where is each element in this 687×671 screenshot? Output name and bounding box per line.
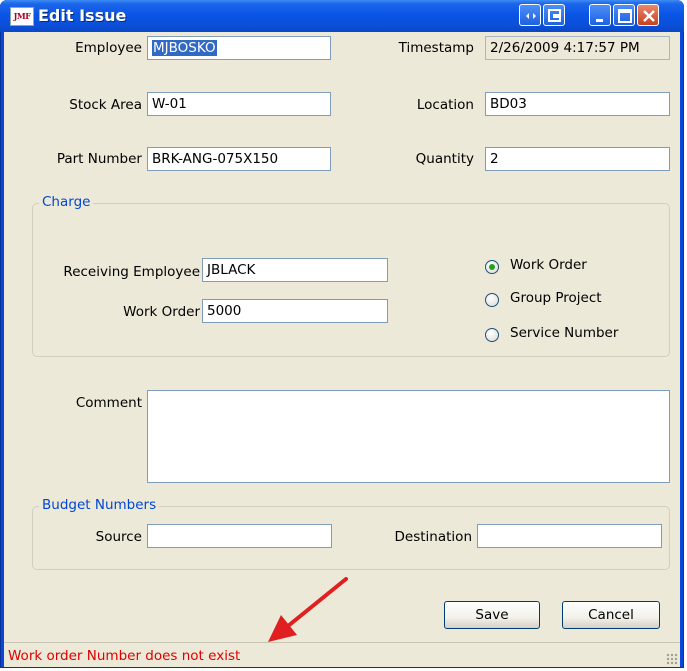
annotation-arrow-icon [268,577,348,642]
